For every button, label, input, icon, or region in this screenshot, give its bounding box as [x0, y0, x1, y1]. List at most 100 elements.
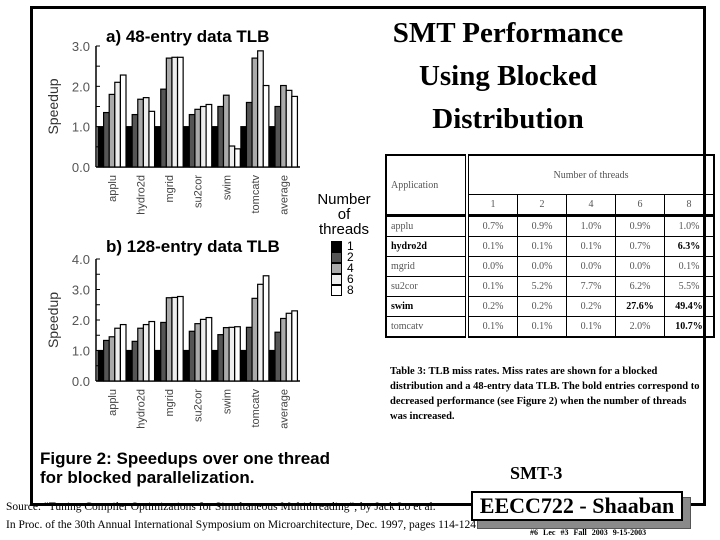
- bar: [154, 126, 162, 168]
- bar: [108, 336, 116, 382]
- table-cell-miss-rate: 0.1%: [466, 236, 518, 257]
- bar: [257, 50, 264, 168]
- bar: [234, 326, 241, 382]
- y-axis-label: Speedup: [45, 78, 61, 134]
- tlb-miss-rate-table: Application Number of threads 12468 appl…: [385, 154, 715, 338]
- bar: [194, 108, 202, 168]
- bar: [245, 101, 253, 168]
- bar: [176, 56, 184, 168]
- table-cell-miss-rate: 0.2%: [566, 296, 616, 317]
- bar: [108, 93, 116, 168]
- x-tick-label: swim: [221, 389, 233, 414]
- bar: [217, 334, 225, 382]
- bar: [268, 349, 276, 382]
- x-tick-label: hydro2d: [136, 175, 148, 215]
- bar: [268, 126, 276, 168]
- table-cell-miss-rate: 0.1%: [566, 316, 616, 338]
- bar: [205, 103, 213, 168]
- x-tick-label: su2cor: [193, 175, 205, 208]
- bar: [183, 126, 190, 168]
- bar: [148, 320, 156, 382]
- bar: [222, 94, 230, 168]
- table-cell-application: applu: [385, 215, 469, 237]
- bar: [222, 327, 230, 382]
- table-cell-miss-rate: 7.7%: [566, 276, 616, 297]
- bar: [291, 95, 299, 168]
- y-tick-label: 3.0: [72, 39, 90, 54]
- bar: [262, 275, 270, 382]
- legend-title-line: threads: [318, 221, 370, 238]
- legend-swatch: [331, 285, 342, 296]
- bar: [228, 145, 236, 168]
- bar: [274, 331, 282, 382]
- bar: [280, 84, 287, 168]
- bar: [125, 126, 133, 168]
- bar: [165, 297, 173, 382]
- table-thread-header: 2: [517, 194, 567, 217]
- slide-title-line: Distribution: [432, 103, 584, 135]
- table-cell-miss-rate: 5.5%: [664, 276, 715, 297]
- table-caption: Table 3: TLB miss rates. Miss rates are …: [390, 366, 700, 422]
- bar: [119, 323, 127, 382]
- bar: [125, 349, 133, 382]
- bar: [291, 310, 299, 382]
- legend-title-line: of: [337, 206, 351, 223]
- bar: [131, 340, 139, 382]
- table-thread-header: 1: [466, 194, 518, 217]
- bar: [114, 81, 122, 168]
- y-tick-label: 0.0: [72, 160, 90, 175]
- table-row: mgrid 0.0% 0.0% 0.0% 0.0% 0.1%: [385, 256, 715, 277]
- bar: [262, 84, 270, 168]
- table-cell-miss-rate: 0.7%: [466, 215, 518, 237]
- source-line: In Proc. of the 30th Annual Internationa…: [6, 519, 477, 531]
- y-tick-label: 4.0: [72, 252, 90, 267]
- table-row: swim 0.2% 0.2% 0.2% 27.6% 49.4%: [385, 296, 715, 317]
- table-row: applu 0.7% 0.9% 1.0% 0.9% 1.0%: [385, 215, 715, 237]
- bar: [234, 148, 241, 168]
- bar: [240, 126, 248, 168]
- table-cell-application: hydro2d: [385, 236, 469, 257]
- bar: [280, 317, 287, 382]
- bar: [199, 105, 207, 168]
- source-line: Source: "Tuning Compiler Optimizations f…: [6, 501, 436, 513]
- x-tick-label: hydro2d: [136, 389, 148, 429]
- table-header-group: Number of threads: [466, 154, 715, 195]
- y-tick-label: 1.0: [72, 344, 90, 359]
- bar: [183, 349, 190, 382]
- table-cell-application: swim: [385, 296, 469, 317]
- y-tick-label: 2.0: [72, 79, 90, 94]
- y-tick-label: 2.0: [72, 313, 90, 328]
- bar: [205, 316, 213, 382]
- slide-title: SMT Performance Using Blocked Distributi…: [368, 12, 648, 141]
- table-thread-header: 8: [664, 194, 715, 217]
- figure-caption-line: Figure 2: Speedups over one thread: [40, 449, 331, 468]
- table-cell-miss-rate: 0.0%: [517, 256, 567, 277]
- bar: [148, 110, 156, 168]
- bar: [160, 321, 167, 382]
- bar: [285, 89, 293, 168]
- bar: [211, 126, 219, 168]
- bar: [188, 330, 196, 382]
- bar: [142, 97, 150, 168]
- x-tick-label: applu: [107, 389, 119, 416]
- slide-number: SMT-3: [510, 463, 563, 483]
- table-row: hydro2d 0.1% 0.1% 0.1% 0.7% 6.3%: [385, 236, 715, 257]
- bar: [131, 113, 139, 168]
- table-row: tomcatv 0.1% 0.1% 0.1% 2.0% 10.7%: [385, 316, 715, 338]
- table-cell-miss-rate: 1.0%: [664, 215, 715, 237]
- table-cell-miss-rate: 0.7%: [615, 236, 665, 257]
- bar: [171, 296, 179, 382]
- table-cell-miss-rate: 0.2%: [517, 296, 567, 317]
- x-tick-label: average: [278, 175, 290, 215]
- table-cell-miss-rate: 1.0%: [566, 215, 616, 237]
- legend-title: Number of threads: [305, 192, 383, 237]
- legend-swatch: [331, 252, 342, 263]
- table-cell-miss-rate: 0.1%: [517, 236, 567, 257]
- bar: [142, 323, 150, 382]
- bar: [194, 323, 202, 382]
- table-cell-miss-rate: 6.2%: [615, 276, 665, 297]
- table-cell-miss-rate: 0.1%: [566, 236, 616, 257]
- table-cell-application: tomcatv: [385, 316, 469, 338]
- bar: [137, 98, 144, 168]
- bar: [251, 57, 259, 168]
